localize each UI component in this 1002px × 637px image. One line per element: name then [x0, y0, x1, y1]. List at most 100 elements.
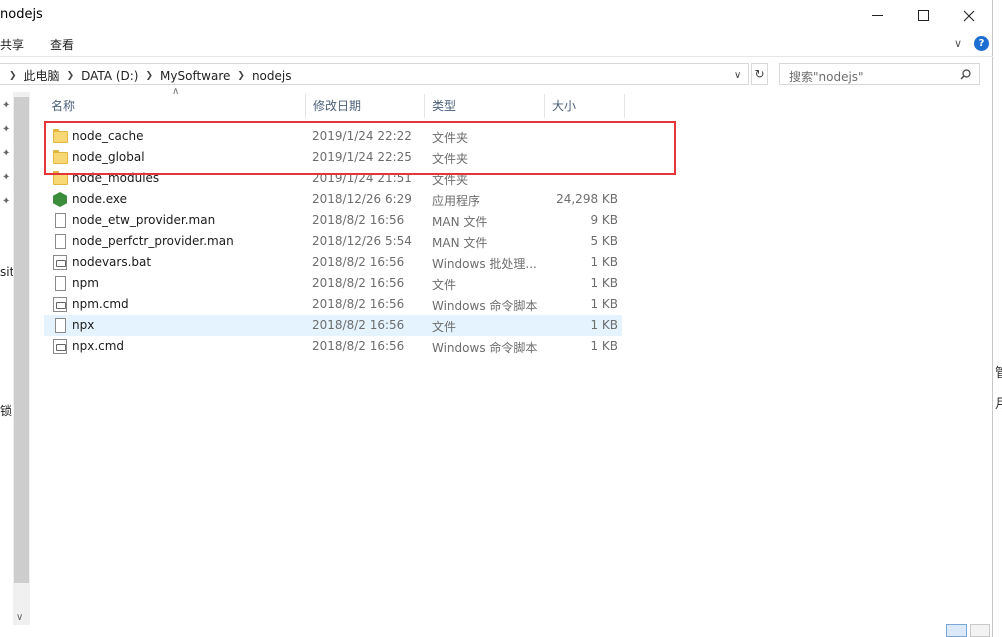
- file-size: 1 KB: [590, 339, 618, 353]
- details-view-icon[interactable]: [946, 624, 967, 637]
- maximize-icon: [917, 10, 929, 21]
- pin-icon[interactable]: ✦: [2, 124, 10, 135]
- scrollbar-thumb[interactable]: [14, 97, 29, 583]
- explorer-window: nodejs 共享 查看 ∨ ? ❯ 此电脑 ❯ DATA (D:) ❯ MyS…: [0, 0, 993, 637]
- background-text: 月: [995, 397, 1002, 412]
- file-icon: [55, 213, 66, 228]
- close-button[interactable]: [946, 0, 992, 31]
- column-header-date[interactable]: 修改日期: [306, 94, 425, 118]
- breadcrumb-separator-icon[interactable]: ❯: [6, 71, 20, 81]
- file-modified-date: 2018/12/26 5:54: [312, 234, 412, 248]
- file-row[interactable]: npm 2018/8/2 16:56 文件 1 KB: [44, 273, 622, 294]
- column-header-type[interactable]: 类型: [425, 94, 545, 118]
- minimize-button[interactable]: [854, 0, 900, 31]
- file-type: 文件: [432, 278, 457, 292]
- nav-item-partial[interactable]: 锁: [0, 402, 12, 419]
- file-name: node_global: [72, 150, 145, 164]
- file-name: npx.cmd: [72, 339, 125, 353]
- file-type: MAN 文件: [432, 215, 488, 229]
- file-row[interactable]: node_modules 2019/1/24 21:51 文件夹: [44, 168, 622, 189]
- column-header-name[interactable]: 名称: [44, 94, 306, 118]
- file-type: 文件夹: [432, 173, 469, 187]
- file-modified-date: 2018/8/2 16:56: [312, 297, 405, 311]
- refresh-button[interactable]: ↻: [751, 63, 768, 85]
- file-row[interactable]: node.exe 2018/12/26 6:29 应用程序 24,298 KB: [44, 189, 622, 210]
- file-type: Windows 命令脚本: [432, 341, 538, 355]
- file-name: node_modules: [72, 171, 160, 185]
- window-title: nodejs: [0, 7, 43, 22]
- batch-file-icon: [53, 297, 67, 312]
- file-row[interactable]: npm.cmd 2018/8/2 16:56 Windows 命令脚本 1 KB: [44, 294, 622, 315]
- file-row[interactable]: nodevars.bat 2018/8/2 16:56 Windows 批处理...…: [44, 252, 622, 273]
- file-modified-date: 2019/1/24 22:22: [312, 129, 412, 143]
- file-type: Windows 命令脚本: [432, 299, 538, 313]
- file-type: 文件夹: [432, 131, 469, 145]
- file-row[interactable]: node_perfctr_provider.man 2018/12/26 5:54…: [44, 231, 622, 252]
- file-type: Windows 批处理...: [432, 257, 537, 271]
- file-name: npm.cmd: [72, 297, 129, 311]
- view-toggle: [946, 624, 990, 637]
- file-size: 1 KB: [590, 297, 618, 311]
- file-icon: [55, 234, 66, 249]
- file-modified-date: 2018/8/2 16:56: [312, 213, 405, 227]
- file-size: 5 KB: [590, 234, 618, 248]
- file-icon: [55, 276, 66, 291]
- file-modified-date: 2019/1/24 21:51: [312, 171, 412, 185]
- breadcrumb-separator-icon[interactable]: ❯: [142, 71, 156, 81]
- file-size: 1 KB: [590, 276, 618, 290]
- file-name: node.exe: [72, 192, 128, 206]
- folder-icon: [53, 171, 68, 185]
- maximize-button[interactable]: [900, 0, 946, 31]
- breadcrumb-separator-icon[interactable]: ❯: [234, 71, 248, 81]
- file-type: 文件: [432, 320, 457, 334]
- breadcrumb-separator-icon[interactable]: ❯: [64, 71, 78, 81]
- scroll-down-icon[interactable]: ∨: [16, 612, 23, 623]
- file-modified-date: 2018/8/2 16:56: [312, 318, 405, 332]
- column-header-size[interactable]: 大小: [545, 94, 625, 118]
- pin-icon[interactable]: ✦: [2, 148, 10, 159]
- pin-icon[interactable]: ✦: [2, 100, 10, 111]
- file-modified-date: 2018/8/2 16:56: [312, 276, 405, 290]
- background-window-edge: 管 月: [993, 0, 1002, 637]
- breadcrumb: ❯ 此电脑 ❯ DATA (D:) ❯ MySoftware ❯ nodejs: [6, 67, 295, 84]
- tab-share[interactable]: 共享: [0, 36, 24, 53]
- file-modified-date: 2018/8/2 16:56: [312, 255, 405, 269]
- address-row: ❯ 此电脑 ❯ DATA (D:) ❯ MySoftware ❯ nodejs …: [0, 58, 993, 90]
- file-row[interactable]: npx 2018/8/2 16:56 文件 1 KB: [44, 315, 622, 336]
- file-row[interactable]: node_cache 2019/1/24 22:22 文件夹: [44, 126, 622, 147]
- background-text: 管: [995, 366, 1002, 381]
- file-row[interactable]: node_global 2019/1/24 22:25 文件夹: [44, 147, 622, 168]
- ribbon-tabs: 共享 查看 ∨ ?: [0, 31, 993, 57]
- search-input[interactable]: 搜索"nodejs": [789, 68, 864, 85]
- file-size: 9 KB: [590, 213, 618, 227]
- help-icon[interactable]: ?: [974, 36, 989, 51]
- expand-ribbon-chevron-icon[interactable]: ∨: [954, 37, 962, 50]
- breadcrumb-mysoftware[interactable]: MySoftware: [156, 69, 234, 83]
- search-box[interactable]: 搜索"nodejs": [779, 63, 980, 85]
- file-icon: [55, 318, 66, 333]
- address-bar[interactable]: ❯ 此电脑 ❯ DATA (D:) ❯ MySoftware ❯ nodejs …: [0, 63, 749, 85]
- search-icon[interactable]: [960, 69, 971, 80]
- file-size: 1 KB: [590, 318, 618, 332]
- file-row[interactable]: node_etw_provider.man 2018/8/2 16:56 MAN 文…: [44, 210, 622, 231]
- tab-view[interactable]: 查看: [50, 36, 74, 53]
- navigation-scrollbar[interactable]: ∨: [13, 92, 30, 625]
- address-history-chevron-icon[interactable]: ∨: [734, 70, 741, 81]
- pin-icon[interactable]: ✦: [2, 172, 10, 183]
- breadcrumb-data-drive[interactable]: DATA (D:): [77, 69, 142, 83]
- file-type: 应用程序: [432, 194, 481, 208]
- close-icon: [963, 10, 975, 21]
- pin-icon[interactable]: ✦: [2, 196, 10, 207]
- file-type: 文件夹: [432, 152, 469, 166]
- file-name: nodevars.bat: [72, 255, 152, 269]
- breadcrumb-this-pc[interactable]: 此电脑: [20, 67, 64, 84]
- title-bar[interactable]: nodejs: [0, 0, 993, 31]
- file-size: 1 KB: [590, 255, 618, 269]
- file-modified-date: 2018/8/2 16:56: [312, 339, 405, 353]
- file-name: npm: [72, 276, 99, 290]
- file-row[interactable]: npx.cmd 2018/8/2 16:56 Windows 命令脚本 1 KB: [44, 336, 622, 357]
- large-icons-view-icon[interactable]: [970, 624, 990, 637]
- folder-icon: [53, 150, 68, 164]
- file-name: npx: [72, 318, 95, 332]
- breadcrumb-nodejs[interactable]: nodejs: [248, 69, 296, 83]
